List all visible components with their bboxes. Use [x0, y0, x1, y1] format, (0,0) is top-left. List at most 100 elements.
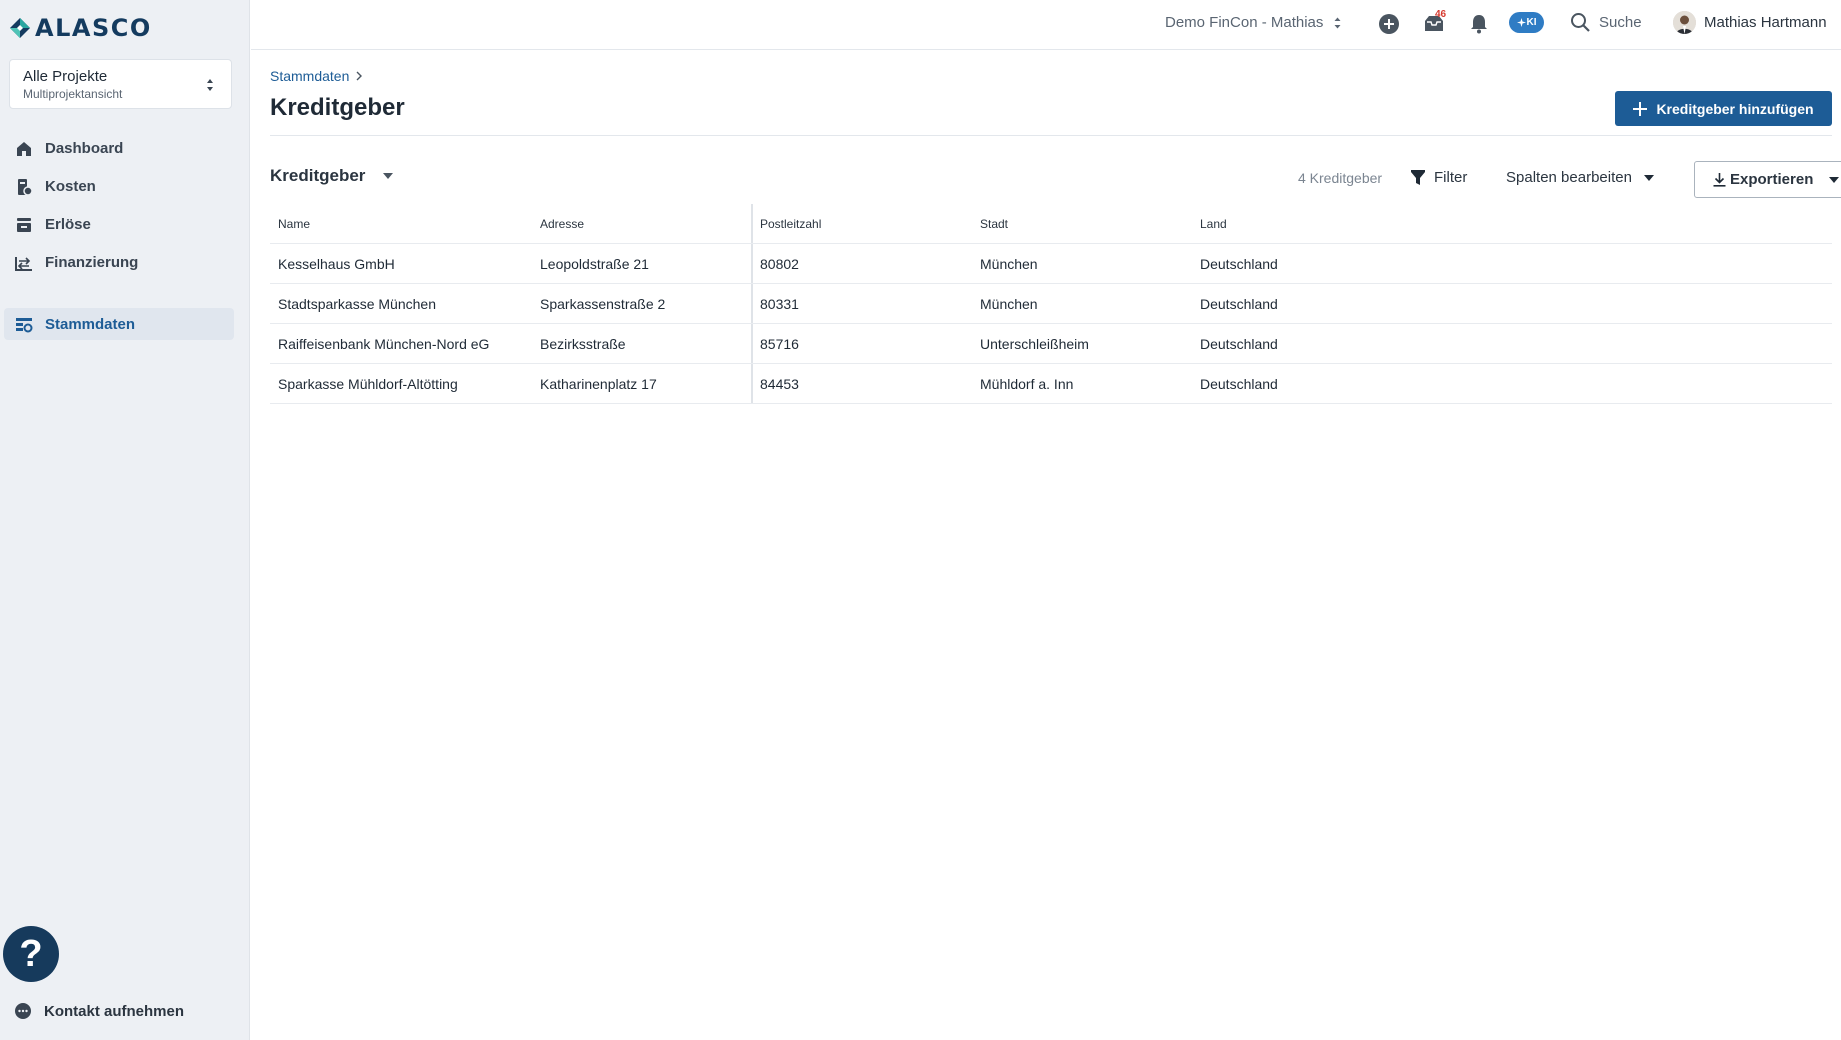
chat-icon: [15, 1003, 31, 1019]
sidebar-item-label: Stammdaten: [45, 315, 136, 333]
edit-columns-button[interactable]: Spalten bearbeiten: [1506, 169, 1654, 186]
view-label: Kreditgeber: [270, 166, 366, 185]
edit-columns-label: Spalten bearbeiten: [1506, 169, 1632, 186]
cell-stadt: Mühldorf a. Inn: [980, 375, 1074, 392]
contact-label: Kontakt aufnehmen: [44, 1002, 185, 1020]
search-button[interactable]: Suche: [1570, 12, 1642, 33]
cell-stadt: Unterschleißheim: [980, 335, 1089, 352]
tenant-label: Demo FinCon - Mathias: [1165, 14, 1324, 31]
ki-assistant-button[interactable]: KI: [1509, 12, 1544, 33]
user-menu[interactable]: Mathias Hartmann: [1673, 11, 1827, 34]
table-toolbar: Kreditgeber 4 Kreditgeber Filter Spalten…: [270, 161, 1841, 198]
cell-postleitzahl: 80331: [760, 295, 799, 312]
column-header-name[interactable]: Name: [270, 217, 532, 231]
table-row[interactable]: Stadtsparkasse München Sparkassenstraße …: [270, 284, 1832, 324]
search-label: Suche: [1599, 14, 1642, 31]
cell-postleitzahl: 80802: [760, 255, 799, 272]
record-count: 4 Kreditgeber: [1298, 170, 1383, 186]
logo-text: ALASCO: [35, 14, 152, 42]
sidebar-item-dashboard[interactable]: Dashboard: [4, 132, 234, 164]
cell-adresse: Leopoldstraße 21: [540, 255, 649, 272]
cell-land: Deutschland: [1200, 375, 1278, 392]
financing-icon: [15, 257, 32, 271]
sidebar: ALASCO Alle Projekte Multiprojektansicht…: [0, 0, 250, 1040]
column-header-land[interactable]: Land: [1192, 217, 1592, 231]
view-selector[interactable]: Kreditgeber: [270, 166, 394, 186]
creditor-table: Name Adresse Postleitzahl Stadt Land Kes…: [270, 204, 1832, 404]
column-header-stadt[interactable]: Stadt: [972, 217, 1192, 231]
cell-postleitzahl: 84453: [760, 375, 799, 392]
cell-adresse: Sparkassenstraße 2: [540, 295, 666, 312]
table-row[interactable]: Kesselhaus GmbH Leopoldstraße 21 80802 M…: [270, 244, 1832, 284]
alasco-logo[interactable]: ALASCO: [9, 14, 152, 42]
master-data-icon: [16, 318, 33, 333]
add-creditor-label: Kreditgeber hinzufügen: [1656, 100, 1814, 117]
inbox-badge: 46: [1435, 9, 1447, 20]
updown-caret-icon: [207, 79, 213, 91]
contact-link[interactable]: Kontakt aufnehmen: [14, 1002, 184, 1020]
sidebar-item-erloese[interactable]: Erlöse: [4, 208, 234, 240]
export-button[interactable]: Exportieren: [1694, 161, 1841, 198]
sidebar-item-stammdaten[interactable]: Stammdaten: [4, 308, 234, 340]
cell-adresse: Bezirksstraße: [540, 335, 626, 352]
topbar: Demo FinCon - Mathias 46 KI Suche Mathia…: [251, 0, 1841, 50]
download-icon: [1713, 173, 1726, 187]
home-icon: [17, 142, 31, 156]
sidebar-item-label: Finanzierung: [45, 253, 139, 271]
cost-icon: [18, 179, 33, 196]
project-selector-title: Alle Projekte: [23, 68, 108, 85]
revenue-icon: [17, 218, 31, 232]
filter-button[interactable]: Filter: [1411, 169, 1467, 186]
cell-name: Stadtsparkasse München: [278, 295, 436, 312]
project-selector[interactable]: Alle Projekte Multiprojektansicht: [9, 59, 232, 109]
sidebar-nav: Dashboard Kosten Erlöse Finanzierung Sta…: [0, 132, 250, 346]
filter-icon: [1411, 169, 1425, 185]
add-creditor-button[interactable]: Kreditgeber hinzufügen: [1615, 91, 1832, 126]
export-label: Exportieren: [1730, 171, 1814, 188]
sparkle-icon: [1516, 18, 1526, 27]
table-header: Name Adresse Postleitzahl Stadt Land: [270, 204, 1832, 244]
cell-land: Deutschland: [1200, 255, 1278, 272]
header-divider: [270, 135, 1832, 136]
updown-caret-icon: [1334, 17, 1341, 28]
page-title: Kreditgeber: [270, 94, 405, 121]
tenant-selector[interactable]: Demo FinCon - Mathias: [1165, 14, 1342, 31]
cell-adresse: Katharinenplatz 17: [540, 375, 657, 392]
avatar: [1673, 11, 1696, 34]
caret-down-icon: [1829, 176, 1840, 183]
plus-icon: [1633, 101, 1648, 116]
cell-stadt: München: [980, 255, 1038, 272]
user-name: Mathias Hartmann: [1704, 14, 1827, 31]
logo-mark-icon: [10, 18, 30, 38]
project-selector-subtitle: Multiprojektansicht: [23, 87, 123, 101]
sidebar-item-label: Dashboard: [45, 139, 124, 157]
column-header-adresse[interactable]: Adresse: [532, 217, 752, 231]
cell-name: Kesselhaus GmbH: [278, 255, 395, 272]
cell-postleitzahl: 85716: [760, 335, 799, 352]
add-circle-icon[interactable]: [1378, 13, 1400, 35]
caret-down-icon: [1643, 174, 1654, 181]
table-row[interactable]: Sparkasse Mühldorf-Altötting Katharinenp…: [270, 364, 1832, 404]
main-content: Stammdaten Kreditgeber Kreditgeber hinzu…: [251, 51, 1841, 1040]
sidebar-item-label: Kosten: [45, 177, 96, 195]
cell-name: Sparkasse Mühldorf-Altötting: [278, 375, 458, 392]
sidebar-item-kosten[interactable]: Kosten: [4, 170, 234, 202]
column-header-postleitzahl[interactable]: Postleitzahl: [752, 217, 972, 231]
bell-icon[interactable]: [1468, 13, 1490, 35]
table-row[interactable]: Raiffeisenbank München-Nord eG Bezirksst…: [270, 324, 1832, 364]
caret-down-icon: [383, 173, 394, 179]
cell-land: Deutschland: [1200, 295, 1278, 312]
ki-label: KI: [1526, 17, 1537, 28]
filter-label: Filter: [1434, 169, 1468, 186]
help-button[interactable]: ?: [3, 926, 59, 982]
cell-stadt: München: [980, 295, 1038, 312]
cell-name: Raiffeisenbank München-Nord eG: [278, 335, 490, 352]
sidebar-item-finanzierung[interactable]: Finanzierung: [4, 246, 234, 278]
search-icon: [1571, 13, 1590, 32]
breadcrumb: Stammdaten: [270, 68, 363, 84]
chevron-right-icon: [356, 71, 363, 81]
sidebar-item-label: Erlöse: [45, 215, 91, 233]
cell-land: Deutschland: [1200, 335, 1278, 352]
breadcrumb-stammdaten[interactable]: Stammdaten: [270, 68, 349, 84]
